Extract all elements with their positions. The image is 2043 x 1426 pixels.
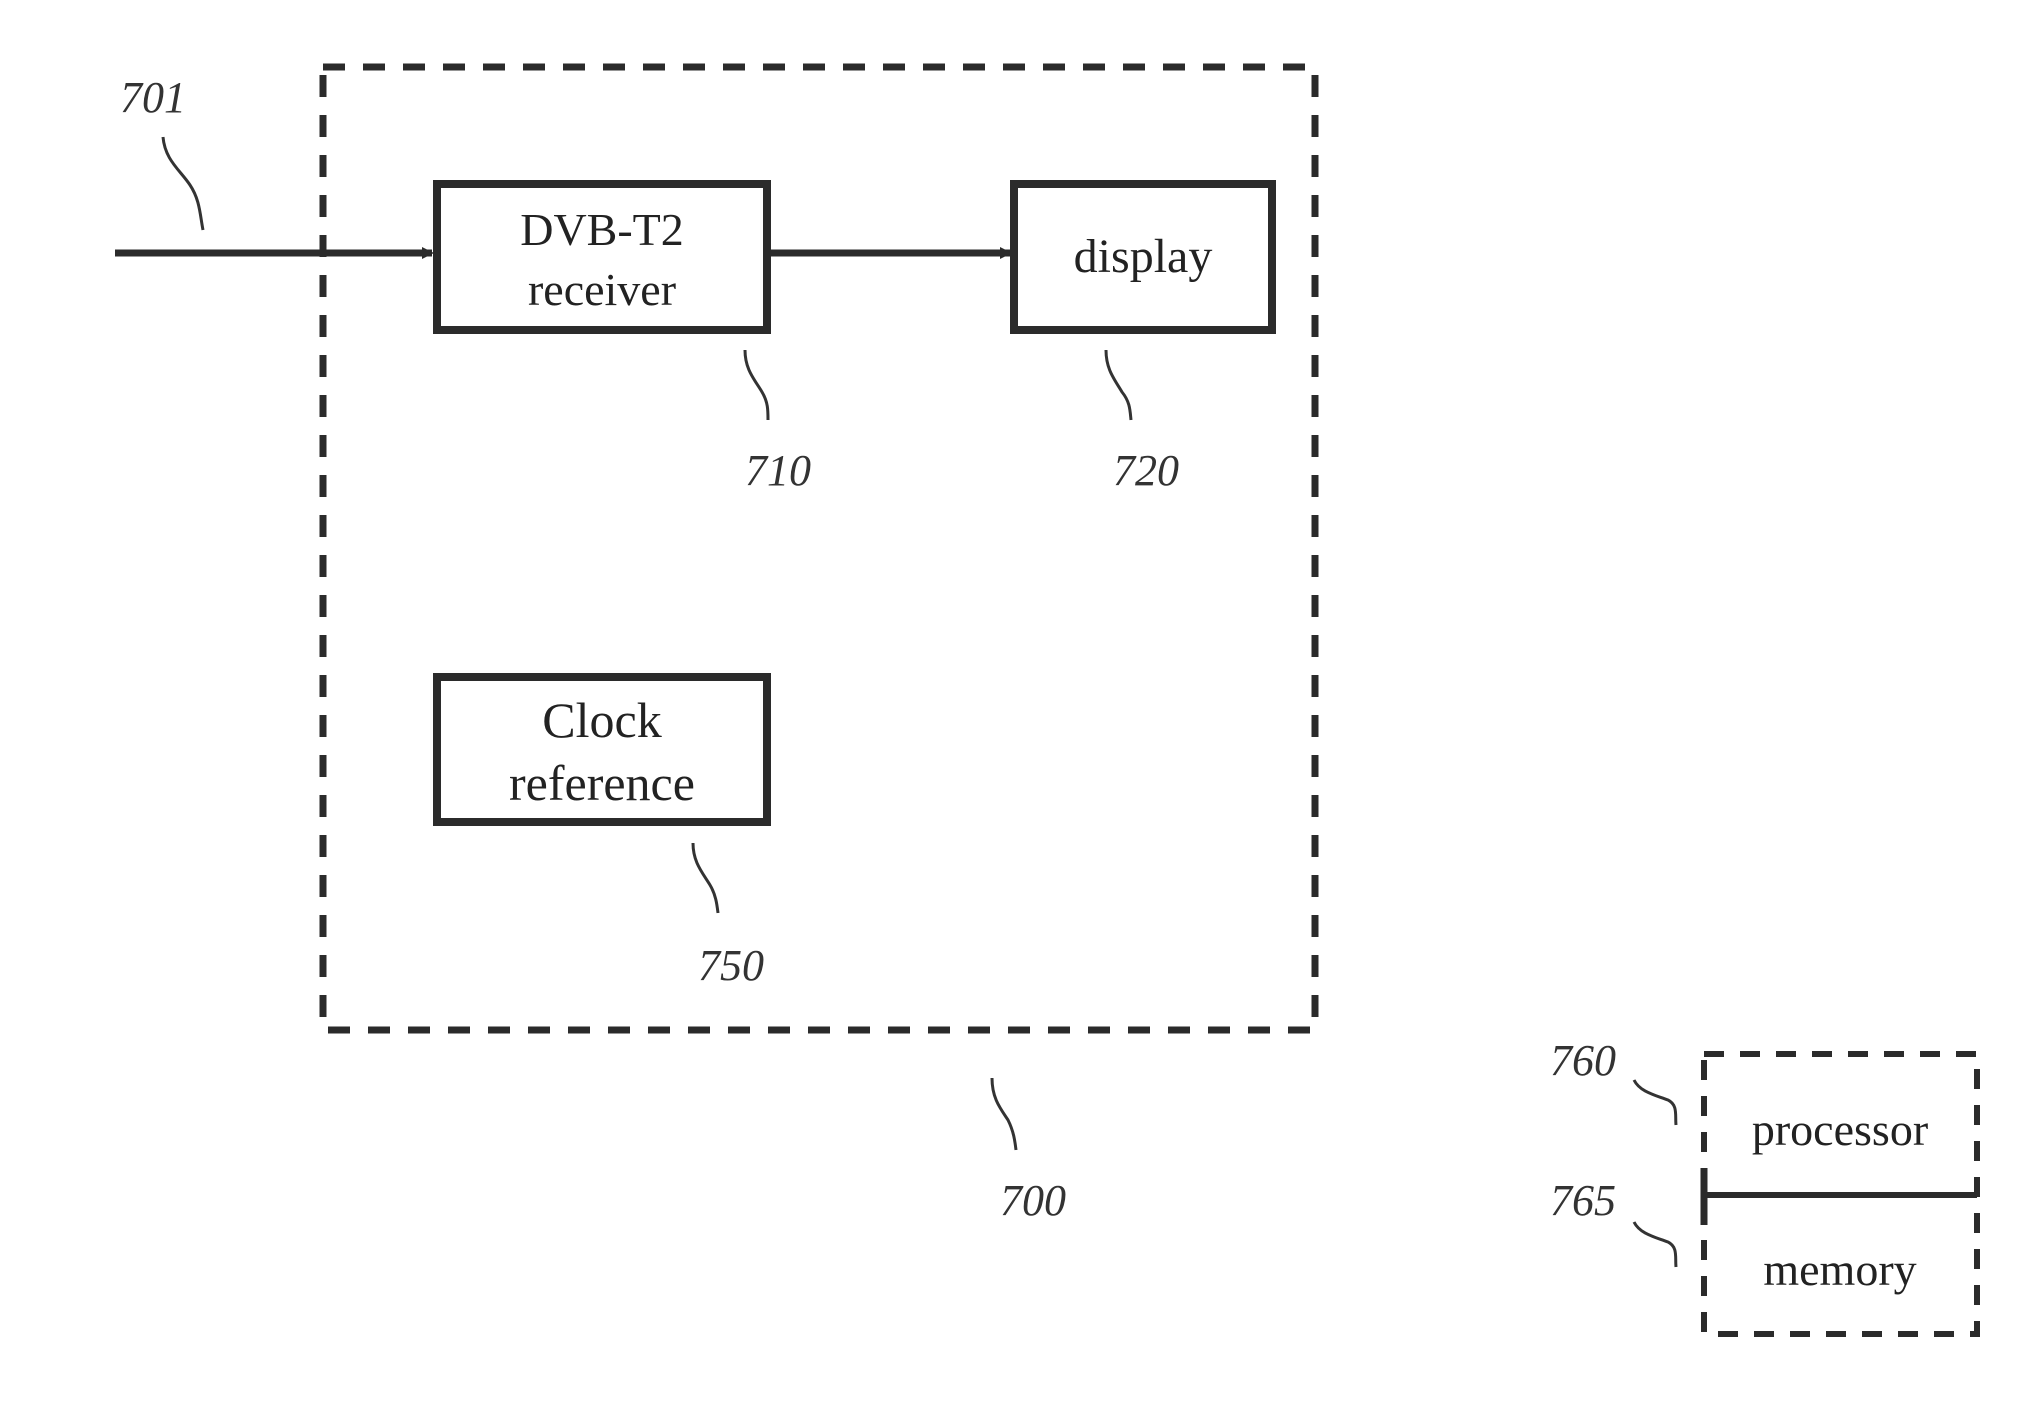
receiver-label-line2: receiver xyxy=(528,264,676,315)
ref-label-760: 760 xyxy=(1550,1036,1616,1085)
memory-label: memory xyxy=(1763,1244,1916,1295)
receiver-label-line1: DVB-T2 xyxy=(520,204,684,255)
ref-leader-765 xyxy=(1632,1221,1678,1268)
ref-leader-760 xyxy=(1632,1079,1678,1126)
clock-label-line2: reference xyxy=(509,755,695,811)
outer-block-700-boundary xyxy=(319,63,1319,1034)
ref-label-720: 720 xyxy=(1113,446,1179,495)
patent-diagram: 701 DVB-T2 receiver 710 display 720 Cloc… xyxy=(115,63,1980,1337)
processor-label: processor xyxy=(1752,1104,1928,1155)
display-label: display xyxy=(1074,230,1213,283)
ref-leader-720 xyxy=(1104,349,1133,421)
ref-label-710: 710 xyxy=(745,446,811,495)
ref-label-765: 765 xyxy=(1550,1176,1616,1225)
ref-leader-750 xyxy=(691,842,720,914)
ref-label-701: 701 xyxy=(120,73,186,122)
ref-label-700: 700 xyxy=(1000,1176,1066,1225)
ref-leader-701 xyxy=(161,136,205,231)
ref-leader-700 xyxy=(990,1077,1018,1151)
ref-leader-710 xyxy=(743,349,770,421)
ref-label-750: 750 xyxy=(698,941,764,990)
clock-label-line1: Clock xyxy=(542,692,661,748)
